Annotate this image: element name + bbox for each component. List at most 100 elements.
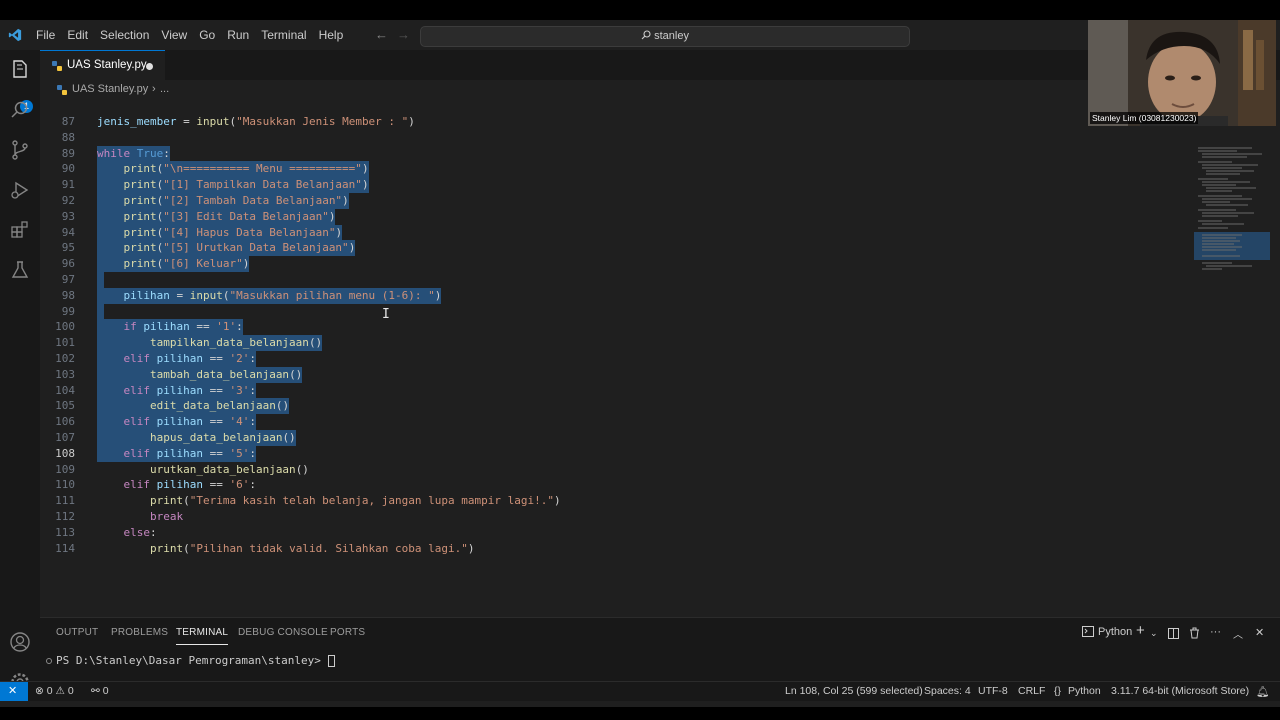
unsaved-dot-icon[interactable] xyxy=(146,63,153,70)
code-line[interactable]: 114 print("Pilihan tidak valid. Silahkan… xyxy=(40,541,1190,557)
ports-status[interactable]: ⚯ 0 xyxy=(91,685,109,697)
code-line[interactable]: 92 print("[2] Tambah Data Belanjaan") xyxy=(40,193,1190,209)
extensions-icon[interactable] xyxy=(8,218,32,242)
code-line[interactable]: 88 xyxy=(40,130,1190,146)
code-token: print xyxy=(123,209,157,223)
code-token: ) xyxy=(342,194,349,207)
notifications-bell-icon[interactable]: 🔔︎ xyxy=(1256,685,1269,698)
command-center-search[interactable]: stanley xyxy=(420,26,910,47)
code-token: pilihan xyxy=(156,352,203,365)
code-line[interactable]: 100 if pilihan == '1': xyxy=(40,319,1190,336)
remote-indicator[interactable]: ✕ xyxy=(0,682,28,701)
code-line[interactable]: 108 elif pilihan == '5': xyxy=(40,445,1190,462)
line-number: 97 xyxy=(61,273,75,286)
ports-icon: ⚯ xyxy=(91,685,100,697)
minimap[interactable] xyxy=(1192,130,1270,280)
menu-edit[interactable]: Edit xyxy=(61,28,94,42)
code-line[interactable]: 93 print("[3] Edit Data Belanjaan") xyxy=(40,208,1190,225)
code-text: tambah_data_belanjaan() xyxy=(97,366,303,383)
code-line[interactable]: 109 urutkan_data_belanjaan() xyxy=(40,462,1190,478)
code-token: '4' xyxy=(229,415,250,429)
panel-tab-output[interactable]: OUTPUT xyxy=(56,627,98,638)
menu-terminal[interactable]: Terminal xyxy=(255,28,312,42)
code-line[interactable]: 95 print("[5] Urutkan Data Belanjaan") xyxy=(40,240,1190,257)
testing-flask-icon[interactable] xyxy=(8,258,32,282)
terminal-shell-label[interactable]: Python xyxy=(1098,626,1132,638)
code-line[interactable]: 97 xyxy=(40,272,1190,288)
code-line[interactable]: 103 tambah_data_belanjaan() xyxy=(40,366,1190,383)
code-line[interactable]: 106 elif pilihan == '4': xyxy=(40,414,1190,431)
code-text: break xyxy=(97,509,183,525)
chevron-down-icon[interactable]: ⌄ xyxy=(1150,628,1158,639)
account-icon[interactable] xyxy=(8,630,32,654)
end-of-line[interactable]: CRLF xyxy=(1018,685,1045,697)
search-icon[interactable] xyxy=(8,98,32,122)
menu-help[interactable]: Help xyxy=(313,28,350,42)
terminal-shell-icon[interactable] xyxy=(1082,626,1094,638)
menu-run[interactable]: Run xyxy=(221,28,255,42)
panel-tab-ports[interactable]: PORTS xyxy=(330,627,365,638)
menu-view[interactable]: View xyxy=(155,28,193,42)
code-line[interactable]: 111 print("Terima kasih telah belanja, j… xyxy=(40,493,1190,509)
code-token: () xyxy=(289,367,303,381)
code-editor[interactable]: 87 jenis_member = input("Masukkan Jenis M… xyxy=(40,94,1280,620)
code-line[interactable]: 98 pilihan = input("Masukkan pilihan men… xyxy=(40,287,1190,304)
menu-selection[interactable]: Selection xyxy=(94,28,155,42)
forward-arrow-icon[interactable]: → xyxy=(397,27,410,42)
code-line[interactable]: 102 elif pilihan == '2': xyxy=(40,351,1190,367)
back-arrow-icon[interactable]: ← xyxy=(375,27,388,42)
code-line[interactable]: 94 print("[4] Hapus Data Belanjaan") xyxy=(40,224,1190,241)
code-line[interactable]: 99 xyxy=(40,303,1190,320)
tab-uas-stanley[interactable]: UAS Stanley.py xyxy=(40,50,165,80)
code-token: ( xyxy=(183,494,190,508)
code-token: print xyxy=(149,494,184,508)
code-token: ) xyxy=(328,209,336,223)
menu-go[interactable]: Go xyxy=(193,28,221,42)
run-debug-icon[interactable] xyxy=(8,178,32,202)
code-line[interactable]: 110 elif pilihan == '6': xyxy=(40,477,1190,493)
code-line[interactable]: 112 break xyxy=(40,509,1190,525)
code-token: () xyxy=(275,399,290,413)
cursor-position[interactable]: Ln 108, Col 25 (599 selected) xyxy=(785,685,923,697)
panel-tab-debug-console[interactable]: DEBUG CONSOLE xyxy=(238,627,328,638)
terminal-prompt[interactable]: PS D:\Stanley\Dasar Pemrograman\stanley> xyxy=(56,654,335,667)
encoding[interactable]: UTF-8 xyxy=(978,685,1008,697)
maximize-panel-chevron-icon[interactable]: ︿ xyxy=(1233,626,1243,641)
new-terminal-plus-icon[interactable]: + xyxy=(1136,622,1145,639)
code-text: print("[3] Edit Data Belanjaan") xyxy=(97,208,336,225)
indentation[interactable]: Spaces: 4 xyxy=(924,685,971,697)
terminal-status-dot-icon xyxy=(46,658,52,664)
code-token: ) xyxy=(553,494,561,508)
errors-status[interactable]: ⊗ 0 ⚠ 0 xyxy=(35,685,74,697)
source-control-icon[interactable] xyxy=(8,138,32,162)
code-line[interactable]: 107 hapus_data_belanjaan() xyxy=(40,430,1190,446)
close-panel-icon[interactable]: ✕ xyxy=(1255,626,1264,639)
code-line[interactable]: 89 while True: xyxy=(40,145,1190,162)
code-token: True xyxy=(136,146,164,160)
code-token: '5' xyxy=(229,446,250,460)
python-interpreter[interactable]: 3.11.7 64-bit (Microsoft Store) xyxy=(1111,685,1249,697)
more-actions-icon[interactable]: ··· xyxy=(1210,626,1221,638)
panel-tab-problems[interactable]: PROBLEMS xyxy=(111,627,168,638)
menu-file[interactable]: File xyxy=(30,28,61,42)
line-number: 94 xyxy=(61,225,75,239)
split-terminal-icon[interactable] xyxy=(1168,628,1179,639)
language-braces-icon[interactable]: {} xyxy=(1054,685,1061,697)
code-line[interactable]: 105 edit_data_belanjaan() xyxy=(40,398,1190,415)
code-token: : xyxy=(150,525,157,539)
code-line[interactable]: 101 tampilkan_data_belanjaan() xyxy=(40,335,1190,352)
code-token: () xyxy=(282,431,296,444)
trash-icon[interactable] xyxy=(1189,627,1200,639)
code-line[interactable]: 113 else: xyxy=(40,525,1190,541)
code-token: = xyxy=(176,115,197,128)
code-line[interactable]: 96 print("[6] Keluar") xyxy=(40,256,1190,273)
code-line[interactable]: 104 elif pilihan == '3': xyxy=(40,382,1190,399)
language-mode[interactable]: Python xyxy=(1068,685,1101,697)
explorer-icon[interactable] xyxy=(8,58,32,82)
code-line[interactable]: 90 print("\n========== Menu ==========") xyxy=(40,161,1190,178)
code-line[interactable]: 87 jenis_member = input("Masukkan Jenis M… xyxy=(40,114,1190,130)
panel-tab-terminal[interactable]: TERMINAL xyxy=(176,627,229,645)
code-line[interactable]: 91 print("[1] Tampilkan Data Belanjaan") xyxy=(40,177,1190,194)
